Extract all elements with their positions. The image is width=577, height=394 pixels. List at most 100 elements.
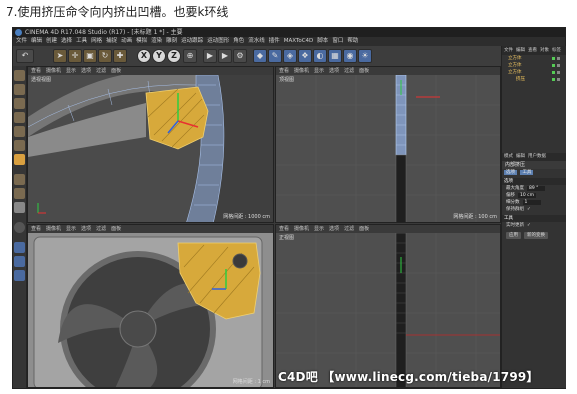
enable-axis-icon[interactable] [14,174,25,185]
tab-view[interactable]: 查看 [528,46,537,55]
rotate-icon[interactable]: ↻ [98,49,112,63]
pen-icon[interactable]: ✎ [268,49,282,63]
scale-icon[interactable]: ▣ [83,49,97,63]
vp-menu-filter[interactable]: 过滤 [344,67,354,75]
render-settings-icon[interactable]: ⚙ [233,49,247,63]
menu-motion-tracking[interactable]: 运动跟踪 [181,37,203,46]
vp-menu-camera[interactable]: 摄像机 [46,225,61,233]
axis-y-button[interactable]: Y [152,49,166,63]
viewport-perspective[interactable]: 查看 摄像机 显示 选项 过滤 面板 透视视图 网格间距: 1000 cm [27,66,274,223]
object-item[interactable]: 挤压 [502,76,566,83]
vp-menu-display[interactable]: 显示 [314,225,324,233]
vp-menu-panel[interactable]: 面板 [111,67,121,75]
light-icon[interactable]: ☀ [358,49,372,63]
attr-tab-mode[interactable]: 模式 [504,153,513,161]
tab-edit[interactable]: 编辑 [516,46,525,55]
snap-icon[interactable] [14,202,25,213]
point-mode-icon[interactable] [14,126,25,137]
menu-select[interactable]: 选择 [61,37,72,46]
solo-icon[interactable] [14,222,25,233]
offset-field[interactable]: 10 cm [518,193,537,198]
vp-menu-view[interactable]: 查看 [31,225,41,233]
vp-menu-panel[interactable]: 面板 [359,67,369,75]
floor-icon[interactable]: ▦ [328,49,342,63]
attr-tab-edit[interactable]: 编辑 [516,153,525,161]
vp-menu-camera[interactable]: 摄像机 [46,67,61,75]
preserve-groups-checkbox[interactable]: ✓ [527,206,531,213]
menu-plugins[interactable]: 插件 [269,37,280,46]
menu-simulate[interactable]: 模拟 [136,37,147,46]
attr-tab-user-data[interactable]: 用户数据 [528,153,546,161]
menu-window[interactable]: 窗口 [332,37,343,46]
vp-menu-view[interactable]: 查看 [279,67,289,75]
vp-menu-filter[interactable]: 过滤 [96,225,106,233]
polygon-mode-icon[interactable] [14,154,25,165]
vp-menu-options[interactable]: 选项 [329,67,339,75]
vp-menu-panel[interactable]: 面板 [359,225,369,233]
menu-edit[interactable]: 编辑 [31,37,42,46]
menu-pipeline[interactable]: 流水线 [248,37,265,46]
menu-character[interactable]: 角色 [233,37,244,46]
model-mode-icon[interactable] [14,84,25,95]
menu-create[interactable]: 创建 [46,37,57,46]
select-arrow-icon[interactable]: ➤ [53,49,67,63]
vp-menu-camera[interactable]: 摄像机 [294,225,309,233]
menu-file[interactable]: 文件 [16,37,27,46]
object-item[interactable]: 立方体 [502,69,566,76]
tab-file[interactable]: 文件 [504,46,513,55]
menu-sculpt[interactable]: 雕刻 [166,37,177,46]
menu-snap[interactable]: 捕捉 [106,37,117,46]
visibility-dots-icon[interactable] [552,71,564,74]
vp-menu-options[interactable]: 选项 [329,225,339,233]
tweak-mode-icon[interactable] [14,188,25,199]
vp-menu-panel[interactable]: 面板 [111,225,121,233]
edge-mode-icon[interactable] [14,140,25,151]
viewport-right[interactable]: 查看 摄像机 显示 选项 过滤 面板 网格间距 : 1 cm [27,224,274,388]
object-item[interactable]: 立方体 [502,62,566,69]
vp-menu-display[interactable]: 显示 [66,225,76,233]
undo-icon[interactable]: ↶ [16,49,34,63]
tab-tags[interactable]: 标签 [552,46,561,55]
locked-workplane-icon[interactable] [14,256,25,267]
vp-menu-display[interactable]: 显示 [314,67,324,75]
menu-mograph[interactable]: 运动图形 [207,37,229,46]
new-transform-button[interactable]: 新的变换 [524,232,548,239]
workplane-mode-icon[interactable] [14,112,25,123]
menu-render[interactable]: 渲染 [151,37,162,46]
subtab-options[interactable]: 选项 [504,170,517,175]
menu-mesh[interactable]: 网格 [91,37,102,46]
menu-help[interactable]: 帮助 [347,37,358,46]
viewport-top[interactable]: 查看 摄像机 显示 选项 过滤 面板 顶视图 网格间距: 100 cm [275,66,501,223]
vp-menu-filter[interactable]: 过滤 [344,225,354,233]
vp-menu-display[interactable]: 显示 [66,67,76,75]
vp-menu-options[interactable]: 选项 [81,225,91,233]
vp-menu-options[interactable]: 选项 [81,67,91,75]
subtab-tool[interactable]: 工具 [520,170,534,175]
coordinate-system-icon[interactable]: ⊕ [183,49,197,63]
menu-maxtoc4d[interactable]: MAXToC4D [284,37,314,46]
menu-tools[interactable]: 工具 [76,37,87,46]
make-editable-icon[interactable] [14,70,25,81]
viewport-front[interactable]: 查看 摄像机 显示 选项 过滤 面板 正视图 [275,224,501,388]
vp-menu-view[interactable]: 查看 [279,225,289,233]
subdivision-icon[interactable]: ◈ [283,49,297,63]
cube-icon[interactable]: ◆ [253,49,267,63]
object-item[interactable]: 立方体 [502,55,566,62]
visibility-dots-icon[interactable] [552,64,564,67]
array-icon[interactable]: ❖ [298,49,312,63]
tab-objects[interactable]: 对象 [540,46,549,55]
render-picture-viewer-icon[interactable]: ▶ [218,49,232,63]
workplane-icon[interactable] [14,242,25,253]
render-view-icon[interactable]: ▶ [203,49,217,63]
apply-button[interactable]: 应用 [506,232,521,239]
recent-tool-icon[interactable]: ✚ [113,49,127,63]
realtime-update-checkbox[interactable]: ✓ [527,222,531,229]
vp-menu-camera[interactable]: 摄像机 [294,67,309,75]
vp-menu-view[interactable]: 查看 [31,67,41,75]
menu-script[interactable]: 脚本 [317,37,328,46]
texture-mode-icon[interactable] [14,98,25,109]
visibility-dots-icon[interactable] [552,78,564,81]
move-icon[interactable]: ✛ [68,49,82,63]
menu-animate[interactable]: 动画 [121,37,132,46]
deformer-icon[interactable]: ◐ [313,49,327,63]
